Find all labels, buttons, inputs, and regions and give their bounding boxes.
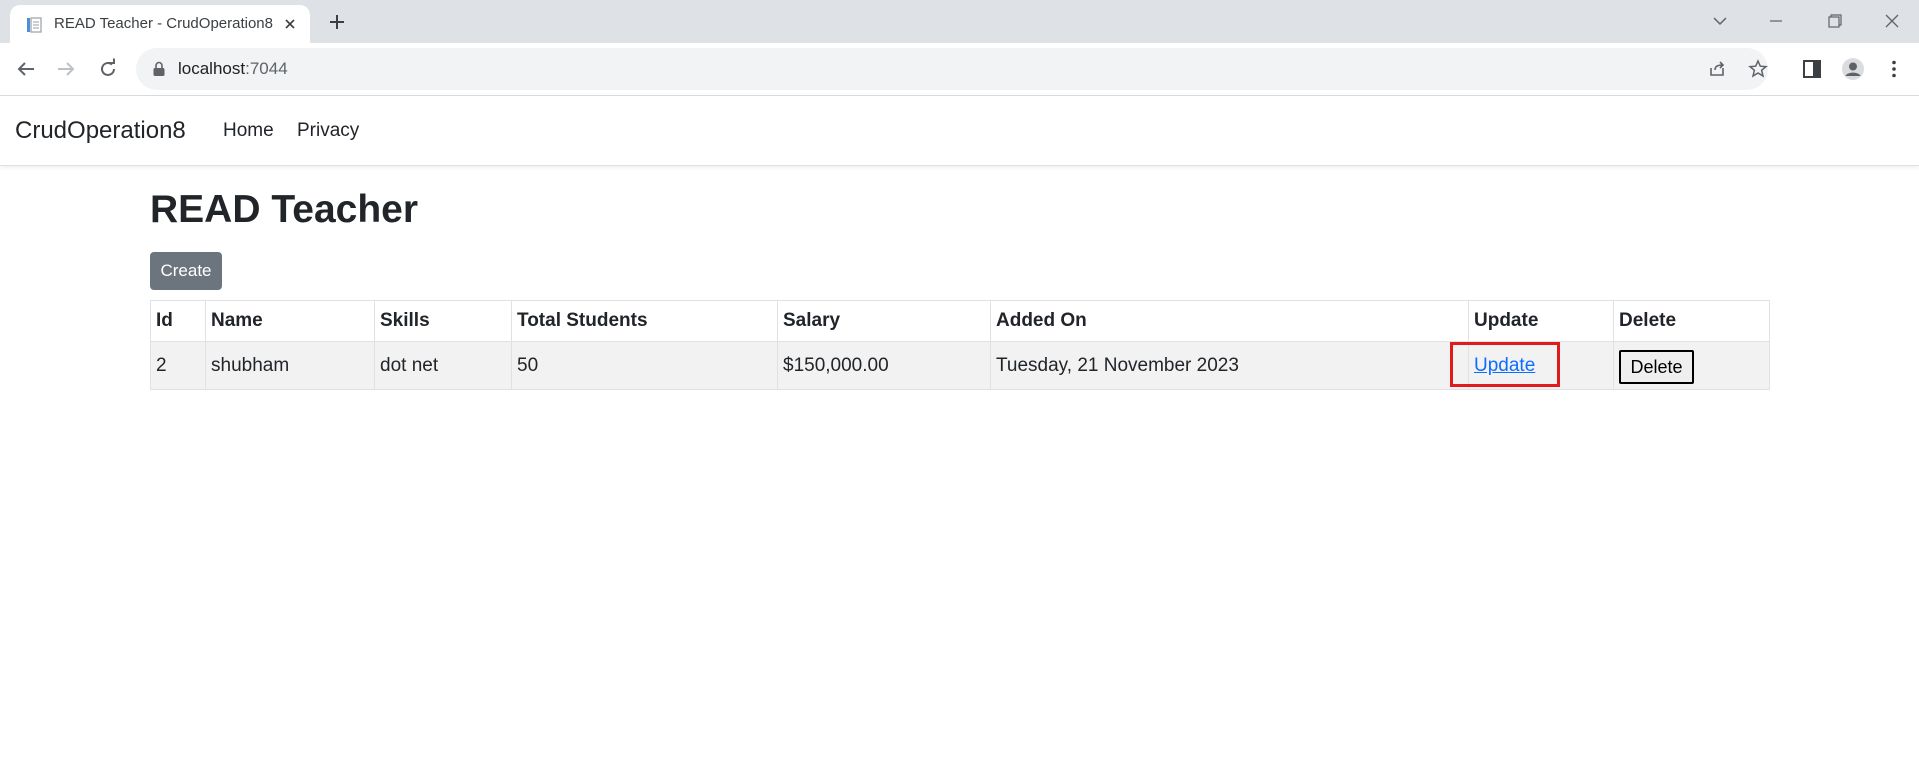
profile-avatar-icon[interactable] — [1841, 57, 1865, 81]
cell-total-students: 50 — [511, 341, 778, 390]
address-bar[interactable]: localhost:7044 — [136, 48, 1768, 90]
update-highlight-box — [1450, 342, 1560, 387]
nav-link-home[interactable]: Home — [223, 96, 274, 165]
cell-added-on: Tuesday, 21 November 2023 — [990, 341, 1469, 390]
delete-button[interactable]: Delete — [1619, 350, 1694, 384]
page-favicon-icon — [27, 17, 42, 33]
restore-icon[interactable] — [1820, 8, 1848, 34]
column-header-delete: Delete — [1613, 300, 1770, 342]
column-header-salary: Salary — [777, 300, 991, 342]
column-header-total-students: Total Students — [511, 300, 778, 342]
column-header-name: Name — [205, 300, 375, 342]
minimize-icon[interactable] — [1762, 8, 1790, 34]
page-title: READ Teacher — [150, 188, 419, 231]
browser-menu-icon[interactable] — [1882, 57, 1906, 81]
cell-skills: dot net — [374, 341, 512, 390]
nav-link-privacy[interactable]: Privacy — [297, 96, 359, 165]
table-header-row: Id Name Skills Total Students Salary Add… — [150, 300, 1770, 342]
new-tab-icon[interactable] — [326, 11, 348, 33]
column-header-id: Id — [150, 300, 206, 342]
cell-id: 2 — [150, 341, 206, 390]
back-arrow-icon[interactable] — [14, 57, 38, 81]
column-header-added-on: Added On — [990, 300, 1469, 342]
side-panel-icon[interactable] — [1800, 57, 1824, 81]
close-window-icon[interactable] — [1878, 8, 1906, 34]
tab-search-chevron-icon[interactable] — [1706, 8, 1734, 34]
lock-icon[interactable] — [152, 61, 166, 77]
browser-tab[interactable]: READ Teacher - CrudOperation8 — [10, 5, 310, 43]
column-header-update: Update — [1468, 300, 1614, 342]
share-icon[interactable] — [1708, 59, 1728, 79]
reload-icon[interactable] — [96, 57, 120, 81]
forward-arrow-icon[interactable] — [54, 57, 78, 81]
site-navbar: CrudOperation8 Home Privacy — [0, 96, 1919, 166]
bookmark-star-icon[interactable] — [1748, 59, 1768, 79]
cell-delete: Delete — [1613, 341, 1770, 390]
browser-toolbar: localhost:7044 — [0, 43, 1919, 96]
tab-title: READ Teacher - CrudOperation8 — [54, 15, 273, 32]
url-port: :7044 — [245, 59, 288, 78]
browser-tabstrip: READ Teacher - CrudOperation8 — [0, 0, 1919, 43]
navbar-brand[interactable]: CrudOperation8 — [15, 96, 186, 165]
url-host: localhost — [178, 59, 246, 78]
cell-salary: $150,000.00 — [777, 341, 991, 390]
cell-name: shubham — [205, 341, 375, 390]
tab-close-icon[interactable] — [282, 16, 298, 32]
create-button[interactable]: Create — [150, 252, 222, 290]
url-text[interactable]: localhost:7044 — [178, 48, 288, 90]
column-header-skills: Skills — [374, 300, 512, 342]
